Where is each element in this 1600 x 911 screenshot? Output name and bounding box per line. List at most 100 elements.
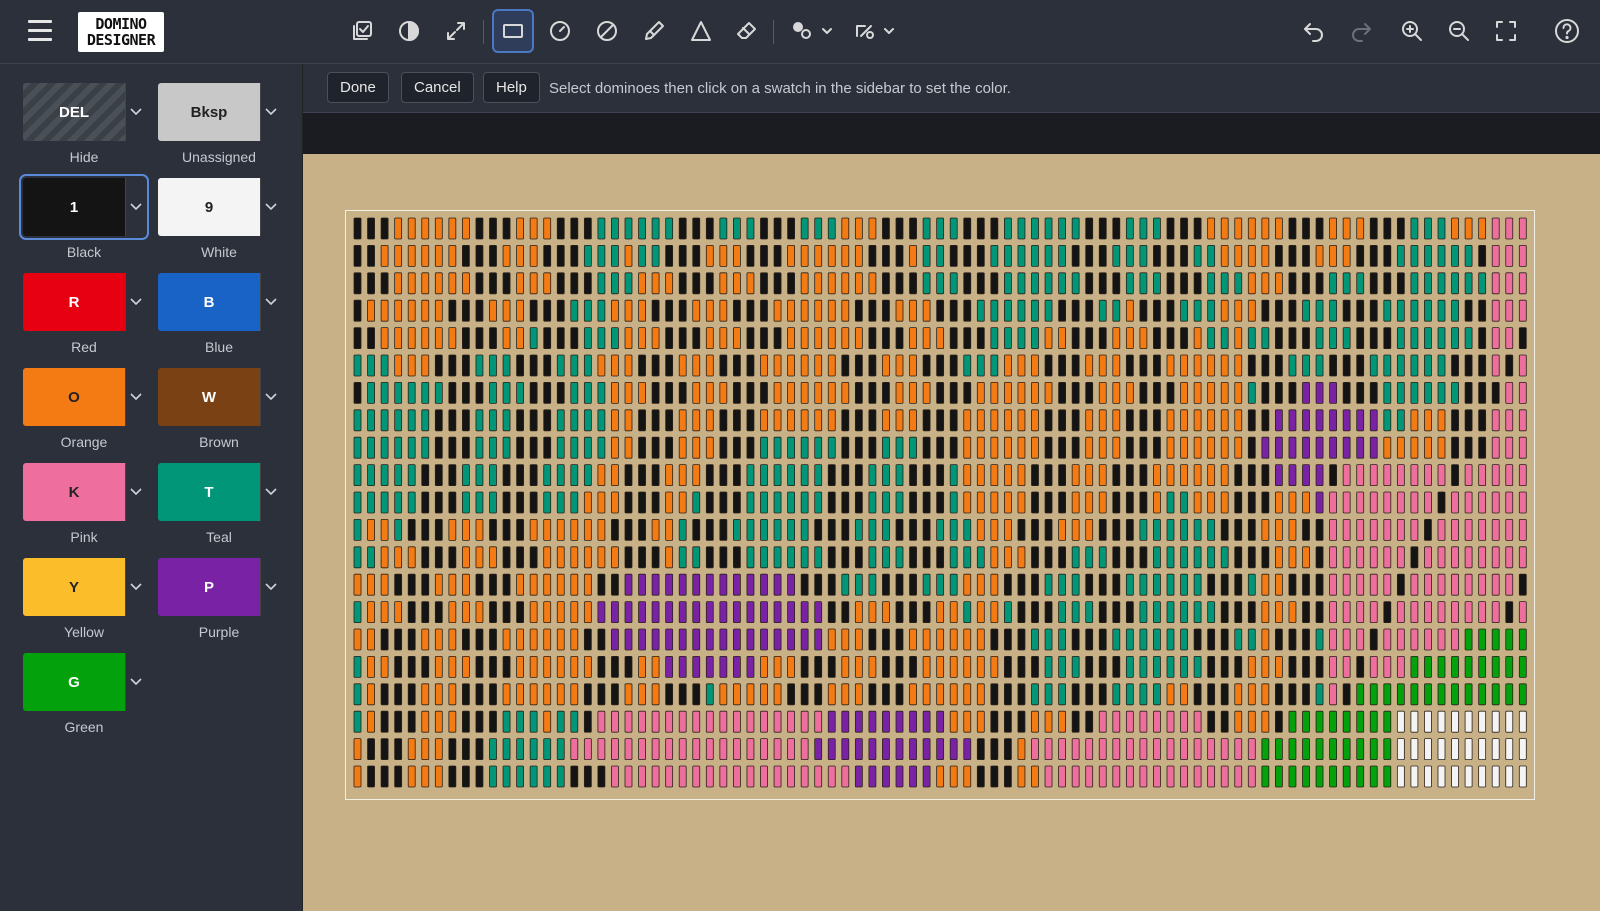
domino[interactable] xyxy=(1491,299,1500,322)
domino[interactable] xyxy=(692,710,701,733)
domino[interactable] xyxy=(692,765,701,788)
domino[interactable] xyxy=(814,710,823,733)
domino[interactable] xyxy=(1518,327,1527,349)
domino[interactable] xyxy=(1031,381,1039,404)
domino[interactable] xyxy=(638,217,646,240)
domino[interactable] xyxy=(746,655,755,678)
domino[interactable] xyxy=(489,546,497,569)
domino[interactable] xyxy=(1085,464,1094,487)
domino[interactable] xyxy=(1220,381,1229,404)
domino[interactable] xyxy=(597,655,606,678)
domino[interactable] xyxy=(1085,299,1094,322)
domino[interactable] xyxy=(841,217,850,240)
domino[interactable] xyxy=(367,245,375,267)
domino[interactable] xyxy=(1410,546,1419,569)
domino[interactable] xyxy=(1044,573,1053,596)
domino[interactable] xyxy=(1247,327,1256,349)
domino[interactable] xyxy=(800,683,809,706)
domino[interactable] xyxy=(949,628,958,651)
domino[interactable] xyxy=(1247,464,1256,487)
domino[interactable] xyxy=(1288,710,1297,733)
domino[interactable] xyxy=(963,683,972,706)
domino[interactable] xyxy=(475,381,484,404)
domino[interactable] xyxy=(638,655,646,678)
domino[interactable] xyxy=(1166,683,1175,706)
domino[interactable] xyxy=(1125,765,1134,788)
domino[interactable] xyxy=(1451,573,1459,596)
domino[interactable] xyxy=(1396,299,1405,322)
domino[interactable] xyxy=(1058,409,1066,432)
domino[interactable] xyxy=(1193,710,1202,733)
domino[interactable] xyxy=(868,217,877,240)
domino[interactable] xyxy=(1302,628,1310,651)
domino[interactable] xyxy=(1369,245,1378,267)
domino[interactable] xyxy=(976,327,985,349)
domino[interactable] xyxy=(990,245,999,267)
domino[interactable] xyxy=(1342,464,1351,487)
domino[interactable] xyxy=(1085,327,1094,349)
domino[interactable] xyxy=(1153,765,1161,788)
domino[interactable] xyxy=(556,765,565,788)
domino[interactable] xyxy=(597,245,606,267)
domino[interactable] xyxy=(1017,601,1026,624)
domino[interactable] xyxy=(719,518,728,541)
domino[interactable] xyxy=(475,655,484,678)
domino[interactable] xyxy=(854,409,863,432)
domino[interactable] xyxy=(1356,409,1365,432)
domino[interactable] xyxy=(868,518,877,541)
domino[interactable] xyxy=(1031,683,1039,706)
domino[interactable] xyxy=(1139,710,1148,733)
domino[interactable] xyxy=(380,573,389,596)
domino[interactable] xyxy=(705,628,714,651)
domino[interactable] xyxy=(1058,601,1066,624)
domino[interactable] xyxy=(1329,518,1337,541)
domino[interactable] xyxy=(692,464,701,487)
domino[interactable] xyxy=(1275,409,1283,432)
domino[interactable] xyxy=(746,217,755,240)
domino[interactable] xyxy=(787,628,796,651)
domino[interactable] xyxy=(1071,518,1080,541)
domino[interactable] xyxy=(394,546,403,569)
domino[interactable] xyxy=(1125,464,1134,487)
domino[interactable] xyxy=(651,272,660,295)
domino[interactable] xyxy=(421,354,430,377)
domino[interactable] xyxy=(1044,738,1053,760)
line-tool-icon[interactable] xyxy=(846,9,902,53)
domino[interactable] xyxy=(692,436,701,459)
domino[interactable] xyxy=(1112,464,1121,487)
domino[interactable] xyxy=(1356,464,1365,487)
domino[interactable] xyxy=(367,765,375,788)
domino[interactable] xyxy=(868,710,877,733)
domino[interactable] xyxy=(462,381,470,404)
domino[interactable] xyxy=(1383,327,1392,349)
domino[interactable] xyxy=(1112,409,1121,432)
domino[interactable] xyxy=(732,683,741,706)
domino[interactable] xyxy=(1275,327,1283,349)
domino[interactable] xyxy=(868,573,877,596)
domino[interactable] xyxy=(1478,491,1487,514)
domino[interactable] xyxy=(949,765,958,788)
domino[interactable] xyxy=(1058,381,1066,404)
domino[interactable] xyxy=(475,710,484,733)
domino[interactable] xyxy=(1518,217,1527,240)
domino[interactable] xyxy=(1518,765,1527,788)
domino[interactable] xyxy=(394,464,403,487)
domino[interactable] xyxy=(692,655,701,678)
domino[interactable] xyxy=(462,272,470,295)
domino[interactable] xyxy=(448,464,457,487)
domino[interactable] xyxy=(800,299,809,322)
domino[interactable] xyxy=(1518,299,1527,322)
domino[interactable] xyxy=(353,354,362,377)
domino[interactable] xyxy=(394,299,403,322)
domino[interactable] xyxy=(502,573,511,596)
domino[interactable] xyxy=(434,546,443,569)
domino[interactable] xyxy=(1004,409,1012,432)
domino[interactable] xyxy=(556,409,565,432)
domino[interactable] xyxy=(502,655,511,678)
domino[interactable] xyxy=(502,409,511,432)
domino[interactable] xyxy=(705,573,714,596)
domino[interactable] xyxy=(1464,573,1473,596)
domino[interactable] xyxy=(1383,245,1392,267)
domino[interactable] xyxy=(1180,464,1188,487)
domino[interactable] xyxy=(665,601,674,624)
